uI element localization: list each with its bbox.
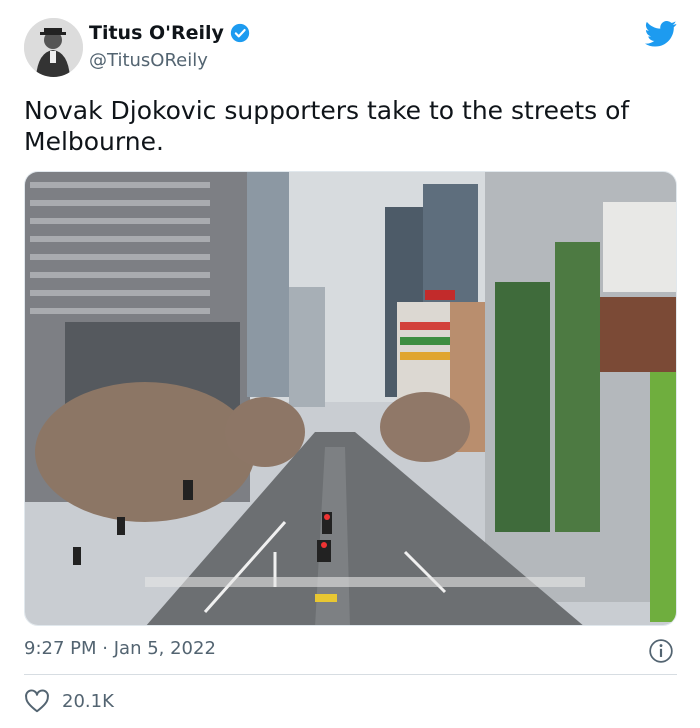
tweet-text: Novak Djokovic supporters take to the st… — [24, 96, 630, 156]
tweet-photo[interactable] — [24, 171, 677, 626]
street-photo — [25, 172, 676, 625]
author-name-row[interactable]: Titus O'Reily — [89, 22, 250, 44]
display-name[interactable]: Titus O'Reily — [89, 22, 224, 44]
like-count: 20.1K — [62, 690, 114, 712]
author-handle[interactable]: @TitusOReily — [89, 50, 208, 71]
heart-icon — [25, 689, 49, 713]
timestamp-separator: · — [102, 638, 108, 659]
divider — [24, 674, 677, 675]
tweet-timestamp[interactable]: 9:27 PM · Jan 5, 2022 — [24, 638, 216, 659]
like-button[interactable]: 20.1K — [24, 689, 114, 713]
info-icon[interactable] — [648, 638, 674, 664]
verified-badge-icon — [230, 23, 250, 43]
tweet-card: Titus O'Reily @TitusOReily Novak Djokovi… — [0, 0, 700, 728]
tweet-time: 9:27 PM — [24, 638, 97, 659]
avatar[interactable] — [24, 18, 83, 77]
tweet-date: Jan 5, 2022 — [113, 638, 216, 659]
twitter-bird-icon[interactable] — [645, 20, 677, 48]
